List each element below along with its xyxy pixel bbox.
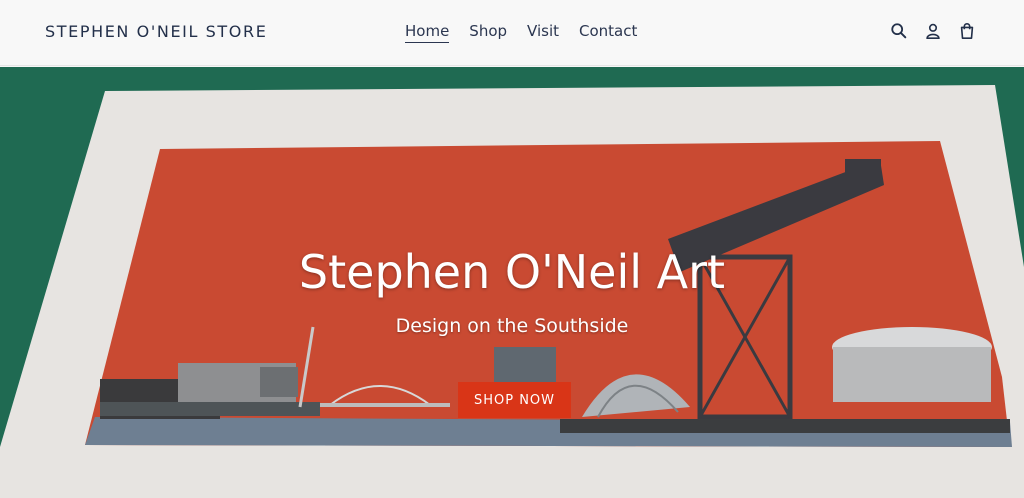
nav-home[interactable]: Home (405, 22, 450, 43)
nav-visit[interactable]: Visit (527, 22, 559, 43)
main-nav: Home Shop Visit Contact (405, 22, 637, 43)
site-header: STEPHEN O'NEIL STORE Home Shop Visit Con… (0, 0, 1024, 66)
search-icon[interactable] (890, 22, 908, 40)
store-logo[interactable]: STEPHEN O'NEIL STORE (45, 22, 267, 41)
shop-now-button[interactable]: SHOP NOW (458, 382, 571, 418)
hero-banner: Stephen O'Neil Art Design on the Southsi… (0, 67, 1024, 498)
nav-shop[interactable]: Shop (469, 22, 507, 43)
hero-title: Stephen O'Neil Art (298, 245, 726, 299)
cart-icon[interactable] (958, 22, 976, 40)
hero-subtitle: Design on the Southside (395, 315, 629, 337)
account-icon[interactable] (924, 22, 942, 40)
nav-contact[interactable]: Contact (579, 22, 637, 43)
header-icons (890, 22, 976, 40)
